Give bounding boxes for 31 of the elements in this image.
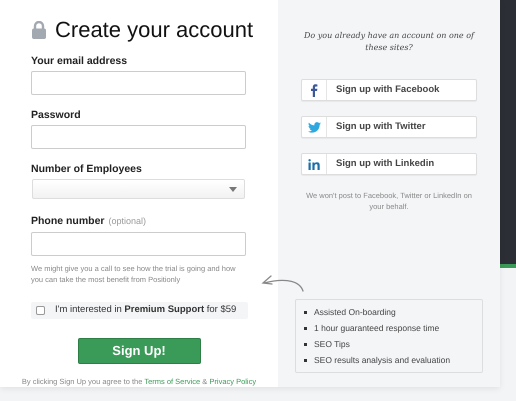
premium-option[interactable]: I'm interested in Premium Support for $59 xyxy=(31,302,248,320)
input-field[interactable] xyxy=(31,125,246,149)
bullet-icon xyxy=(304,326,307,330)
checkbox[interactable] xyxy=(36,306,45,315)
employees-select[interactable] xyxy=(32,179,245,199)
bullet-icon xyxy=(304,310,307,314)
input-field[interactable] xyxy=(31,71,246,95)
page-title: Create your account xyxy=(55,19,254,41)
input-field[interactable] xyxy=(31,232,246,256)
social-signup-button[interactable]: Sign up with Linkedin xyxy=(301,153,477,175)
facebook-f-icon xyxy=(310,84,318,96)
feature-item: 1 hour guaranteed response time xyxy=(314,322,440,334)
feature-item: SEO Tips xyxy=(314,338,350,350)
premium-label: I'm interested in Premium Support for $59 xyxy=(55,303,236,318)
social-question: Do you already have an account on one of these sites? xyxy=(303,30,476,54)
social-signup-button[interactable]: Sign up with Twitter xyxy=(301,116,477,138)
optional-note: (optional) xyxy=(108,215,146,228)
field-label: Password xyxy=(31,109,81,122)
feature-item: Assisted On-boarding xyxy=(314,306,396,318)
in-icon xyxy=(308,158,320,170)
field-label: Number of Employees xyxy=(31,163,142,176)
feature-item: SEO results analysis and evaluation xyxy=(314,354,450,366)
sign-up-button[interactable]: Sign Up! xyxy=(78,338,200,364)
dropdown-caret-icon xyxy=(229,186,237,192)
social-signup-button[interactable]: Sign up with Facebook xyxy=(301,79,477,101)
lock-icon xyxy=(32,21,46,39)
bird-icon xyxy=(308,122,320,132)
field-label: Your email address xyxy=(31,55,128,68)
bullet-icon xyxy=(304,342,307,346)
bullet-icon xyxy=(304,358,307,362)
field-label: Phone number xyxy=(31,215,105,228)
